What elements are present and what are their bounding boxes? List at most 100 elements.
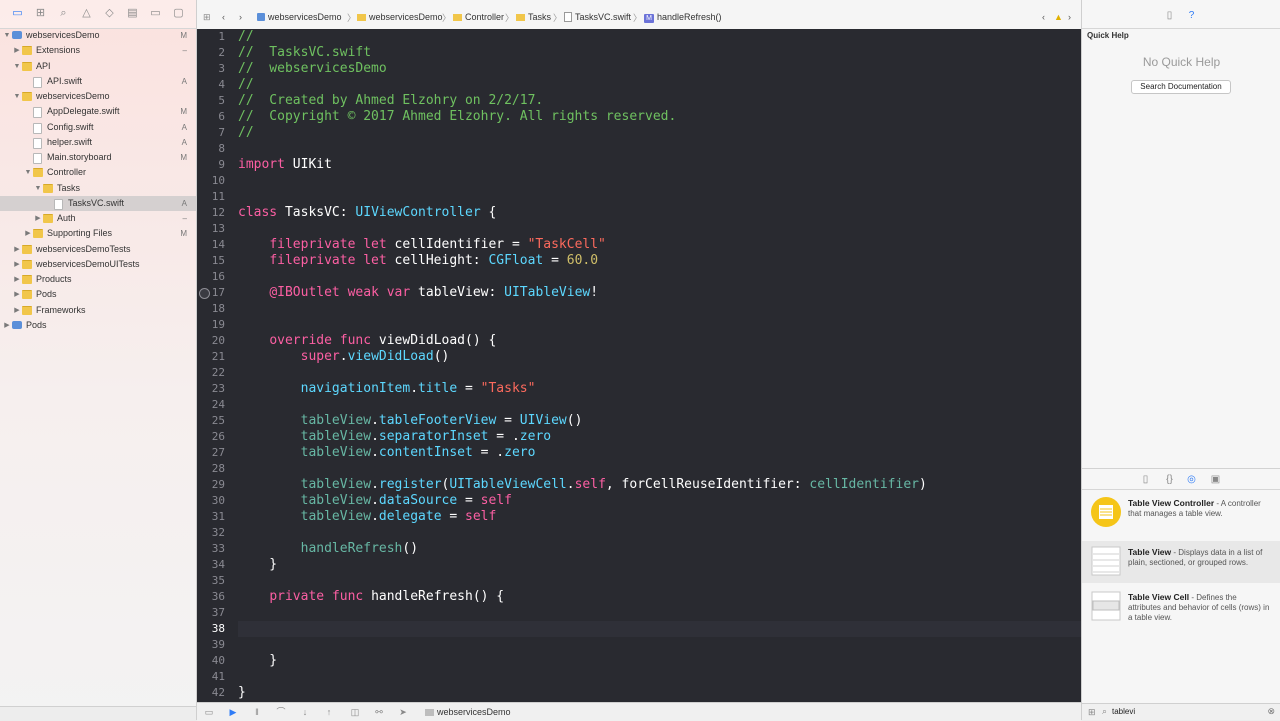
tree-item[interactable]: helper.swift A	[0, 135, 196, 150]
navigator-filter-bar[interactable]	[0, 706, 196, 720]
line-number[interactable]: 19	[197, 317, 225, 333]
clear-icon[interactable]: ⊗	[1267, 706, 1275, 717]
tree-item[interactable]: TasksVC.swift A	[0, 195, 196, 211]
breakpoint-marker-icon[interactable]	[199, 288, 210, 299]
forward-icon[interactable]: ›	[239, 11, 242, 23]
code-line[interactable]	[238, 637, 1081, 653]
disclosure-closed-icon[interactable]: ▶	[12, 257, 22, 272]
breakpoints-toggle-icon[interactable]: ▶	[227, 707, 239, 717]
tree-item[interactable]: ▼ webservicesDemo M	[0, 28, 196, 43]
code-line[interactable]: //	[238, 77, 1081, 93]
tree-item[interactable]: API.swift A	[0, 74, 196, 89]
tree-item[interactable]: ▼ API	[0, 59, 196, 74]
tree-item[interactable]: ▶ Supporting Files M	[0, 226, 196, 241]
line-number[interactable]: 4	[197, 77, 225, 93]
disclosure-open-icon[interactable]: ▼	[23, 165, 33, 180]
tree-item[interactable]: ▶ Frameworks	[0, 303, 196, 318]
breakpoint-icon[interactable]: ▭	[149, 8, 162, 19]
code-line[interactable]: }	[238, 557, 1081, 573]
line-number[interactable]: 8	[197, 141, 225, 157]
code-line[interactable]	[238, 605, 1081, 621]
line-number[interactable]: 18	[197, 301, 225, 317]
disclosure-closed-icon[interactable]: ▶	[23, 226, 33, 241]
object-library-icon[interactable]: ◎	[1186, 474, 1197, 485]
breadcrumb-file[interactable]: TasksVC.swift	[564, 11, 631, 23]
code-line[interactable]: tableView.dataSource = self	[238, 493, 1081, 509]
disclosure-closed-icon[interactable]: ▶	[33, 211, 43, 226]
code-line[interactable]: override func viewDidLoad() {	[238, 333, 1081, 349]
folder-icon[interactable]: ▭	[11, 8, 24, 19]
test-icon[interactable]: ◇	[103, 8, 116, 19]
tree-item[interactable]: ▼ webservicesDemo	[0, 89, 196, 104]
code-line[interactable]: //	[238, 29, 1081, 45]
line-number[interactable]: 25	[197, 413, 225, 429]
code-line[interactable]	[238, 365, 1081, 381]
tree-item[interactable]: AppDelegate.swift M	[0, 104, 196, 119]
line-number[interactable]: 6	[197, 109, 225, 125]
warning-icon[interactable]: △	[80, 8, 93, 19]
line-number[interactable]: 2	[197, 45, 225, 61]
line-number[interactable]: 20	[197, 333, 225, 349]
tree-item[interactable]: ▶ Products	[0, 272, 196, 287]
line-number[interactable]: 3	[197, 61, 225, 77]
pause-icon[interactable]: ‖	[251, 707, 263, 717]
line-number[interactable]: 16	[197, 269, 225, 285]
tree-item[interactable]: ▶ webservicesDemoTests	[0, 242, 196, 257]
code-line[interactable]	[238, 669, 1081, 685]
breadcrumb-controller[interactable]: Controller	[453, 11, 504, 23]
library-filter-input[interactable]	[1112, 706, 1252, 717]
file-inspector-icon[interactable]: ▯	[1164, 10, 1175, 21]
code-line[interactable]	[238, 525, 1081, 541]
code-line[interactable]: handleRefresh()	[238, 541, 1081, 557]
line-number[interactable]: 36	[197, 589, 225, 605]
memory-graph-icon[interactable]: ⚯	[373, 707, 385, 717]
line-number[interactable]: 24	[197, 397, 225, 413]
chevron-right-icon[interactable]: ›	[1068, 11, 1071, 23]
code-line[interactable]	[238, 317, 1081, 333]
source-control-icon[interactable]: ⊞	[34, 8, 47, 19]
line-number[interactable]: 14	[197, 237, 225, 253]
disclosure-closed-icon[interactable]: ▶	[12, 272, 22, 287]
line-number[interactable]: 39	[197, 637, 225, 653]
breadcrumb-project[interactable]: webservicesDemo	[257, 11, 342, 23]
tree-item[interactable]: ▼ Controller	[0, 165, 196, 180]
tree-item[interactable]: ▶ Auth –	[0, 211, 196, 226]
line-number[interactable]: 29	[197, 477, 225, 493]
line-number-gutter[interactable]: 1 2 3 4 5 6 7 8 9 10 11 12 13 14 15 16 17 18 19 20 21 22 23 24 2…	[197, 29, 233, 702]
grid-view-icon[interactable]: ⊞	[1088, 707, 1096, 717]
line-number[interactable]: 31	[197, 509, 225, 525]
disclosure-open-icon[interactable]: ▼	[12, 89, 22, 104]
search-icon[interactable]: ⌕	[57, 8, 70, 19]
line-number[interactable]: 30	[197, 493, 225, 509]
line-number[interactable]: 41	[197, 669, 225, 685]
code-line[interactable]	[238, 397, 1081, 413]
line-number[interactable]: 35	[197, 573, 225, 589]
code-line[interactable]: tableView.tableFooterView = UIView()	[238, 413, 1081, 429]
disclosure-closed-icon[interactable]: ▶	[12, 287, 22, 302]
library-item[interactable]: Table View - Displays data in a list of …	[1082, 541, 1280, 583]
code-line[interactable]: }	[238, 653, 1081, 669]
line-number[interactable]: 15	[197, 253, 225, 269]
code-line[interactable]	[238, 189, 1081, 205]
media-library-icon[interactable]: ▣	[1210, 474, 1221, 485]
code-line[interactable]: fileprivate let cellIdentifier = "TaskCe…	[238, 237, 1081, 253]
line-number[interactable]: 42	[197, 685, 225, 701]
line-number[interactable]: 7	[197, 125, 225, 141]
line-number[interactable]: 28	[197, 461, 225, 477]
breadcrumb-method[interactable]: MhandleRefresh()	[644, 11, 722, 23]
debug-target[interactable]: webservicesDemo	[425, 707, 511, 717]
step-over-icon[interactable]: ⌒	[275, 707, 287, 717]
warning-icon[interactable]: ▲	[1054, 11, 1063, 23]
hide-debug-area-icon[interactable]: ▭	[203, 707, 215, 717]
view-hierarchy-icon[interactable]: ◫	[349, 707, 361, 717]
line-number[interactable]: 11	[197, 189, 225, 205]
line-number[interactable]: 23	[197, 381, 225, 397]
code-line[interactable]	[238, 621, 1081, 637]
line-number[interactable]: 1	[197, 29, 225, 45]
disclosure-open-icon[interactable]: ▼	[2, 28, 12, 43]
line-number[interactable]: 27	[197, 445, 225, 461]
line-number[interactable]: 22	[197, 365, 225, 381]
location-icon[interactable]: ➤	[397, 707, 409, 717]
related-items-icon[interactable]: ⊞	[203, 11, 211, 23]
code-line[interactable]: import UIKit	[238, 157, 1081, 173]
